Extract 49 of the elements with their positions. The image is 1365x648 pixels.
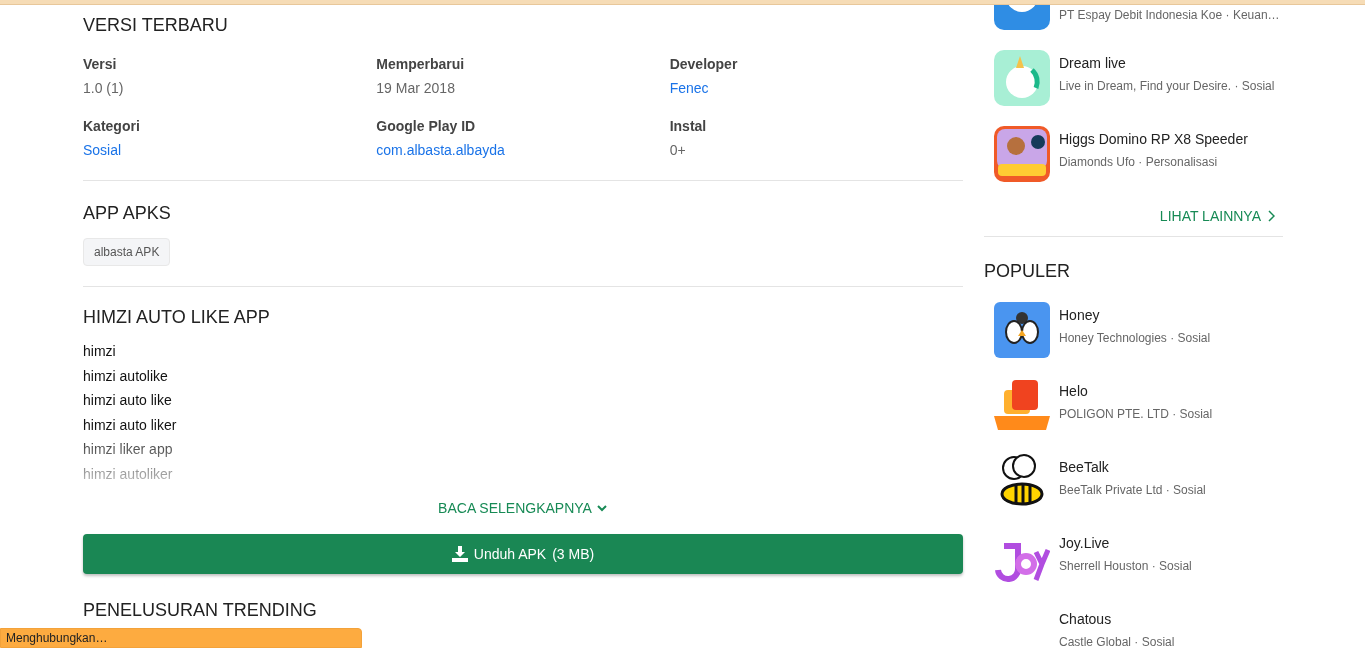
status-bar: Menghubungkan… — [0, 628, 362, 648]
field-value: 0+ — [669, 142, 687, 158]
field-label: Kategori — [83, 118, 141, 134]
read-more-link[interactable]: BACA SELENGKAPNYA — [438, 500, 608, 516]
chevron-down-icon — [595, 502, 608, 514]
field-value: 1.0 (1) — [83, 80, 125, 96]
field-label: Google Play ID — [376, 118, 477, 134]
app-title[interactable]: BeeTalk — [1059, 459, 1206, 475]
download-button[interactable]: Unduh APK (3 MB) — [83, 534, 963, 574]
app-title[interactable]: Higgs Domino RP X8 Speeder — [1059, 131, 1248, 147]
app-subtitle: Sherrell Houston · Sosial — [1059, 559, 1192, 573]
app-subtitle: Castle Global · Sosial — [1059, 635, 1175, 648]
description-line: himzi auto like — [83, 391, 173, 410]
chevron-right-icon — [1267, 210, 1275, 222]
bee-icon — [994, 302, 1050, 358]
description-line: himzi — [83, 342, 117, 361]
app-subtitle: Live in Dream, Find your Desire. · Sosial — [1059, 79, 1275, 93]
app-title[interactable]: Dream live — [1059, 55, 1275, 71]
app-subtitle: BeeTalk Private Ltd · Sosial — [1059, 483, 1206, 497]
field-label: Instal — [669, 118, 708, 134]
field-link[interactable]: com.albasta.albayda — [376, 142, 670, 158]
section-title: APP APKS — [83, 203, 172, 224]
apk-tag[interactable]: albasta APK — [83, 238, 171, 266]
download-icon — [451, 546, 468, 562]
section-title: PENELUSURAN TRENDING — [83, 600, 318, 621]
app-title[interactable]: Chatous — [1059, 611, 1175, 627]
field-link[interactable]: Fenec — [669, 80, 963, 96]
description-line: himzi liker app — [83, 440, 174, 459]
game-icon — [994, 126, 1050, 182]
section-title: POPULER — [984, 261, 1072, 282]
app-subtitle: POLIGON PTE. LTD · Sosial — [1059, 407, 1213, 421]
description-line: himzi auto liker — [83, 415, 178, 435]
description-line: himzi autolike — [83, 366, 169, 386]
field-value: 19 Mar 2018 — [376, 80, 456, 96]
app-title[interactable]: Helo — [1059, 383, 1213, 399]
section-title: HIMZI AUTO LIKE APP — [83, 307, 271, 328]
app-title[interactable]: Honey — [1059, 307, 1211, 323]
unicorn-icon — [994, 50, 1050, 106]
field-label: Developer — [669, 56, 739, 72]
description-line: himzi autoliker — [83, 464, 174, 484]
field-link[interactable]: Sosial — [83, 142, 377, 158]
app-subtitle: Diamonds Ufo · Personalisasi — [1059, 155, 1219, 169]
app-subtitle: PT Espay Debit Indonesia Koe · Keuan… — [1059, 8, 1280, 22]
field-label: Versi — [83, 56, 118, 72]
app-title[interactable]: Joy.Live — [1059, 535, 1192, 551]
section-title: VERSI TERBARU — [83, 15, 229, 36]
see-more-link[interactable]: LIHAT LAINNYA — [984, 196, 1283, 237]
field-label: Memperbarui — [376, 56, 466, 72]
app-subtitle: Honey Technologies · Sosial — [1059, 331, 1211, 345]
